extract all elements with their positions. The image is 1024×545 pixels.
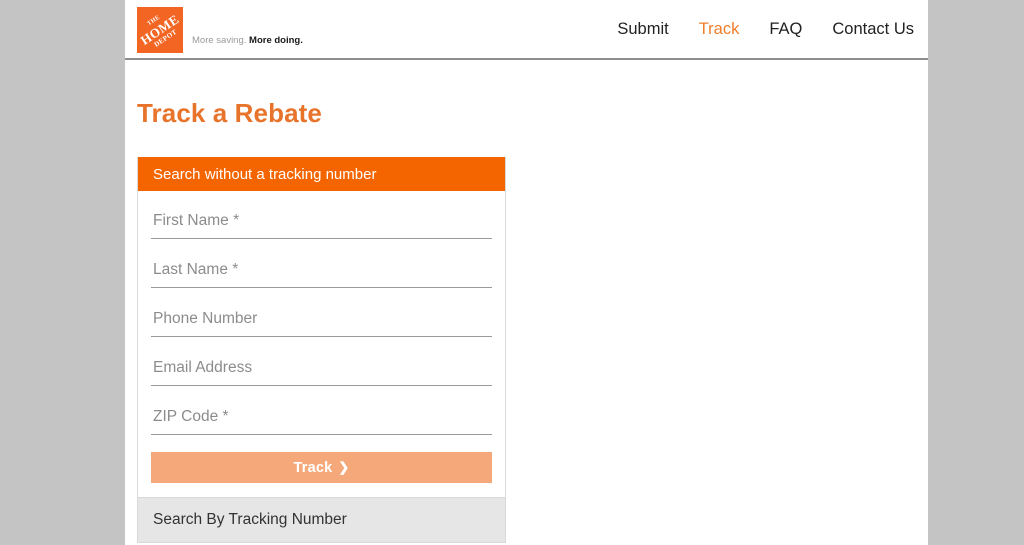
zip-code-field-row [151,403,492,436]
track-submit-button[interactable]: Track ❯ [151,452,492,483]
page-body: Track a Rebate Search without a tracking… [125,60,928,543]
nav-item-submit[interactable]: Submit [617,20,668,39]
last-name-field-row [151,256,492,289]
phone-number-field-row [151,305,492,338]
brand-tagline: More saving. More doing. [192,34,303,54]
email-address-input[interactable] [151,354,492,386]
panel-header-search-by-tracking-number[interactable]: Search By Tracking Number [138,497,505,542]
email-address-field-row [151,354,492,387]
phone-number-input[interactable] [151,305,492,337]
home-depot-logo-icon[interactable]: THE HOME DEPOT [137,7,183,53]
nav-item-faq[interactable]: FAQ [769,20,802,39]
page-title: Track a Rebate [137,98,322,128]
main-navigation: Submit Track FAQ Contact Us [617,20,914,41]
panel-body: Track ❯ [138,191,505,497]
brand-lockup[interactable]: THE HOME DEPOT More saving. More doing. [137,7,303,53]
content-column: THE HOME DEPOT More saving. More doing. … [125,0,928,545]
last-name-input[interactable] [151,256,492,288]
site-header: THE HOME DEPOT More saving. More doing. … [125,0,928,60]
first-name-input[interactable] [151,207,492,239]
page-canvas: THE HOME DEPOT More saving. More doing. … [0,0,1024,545]
nav-item-contact-us[interactable]: Contact Us [832,20,914,39]
search-without-tracking-number-panel: Search without a tracking number First N… [137,157,506,543]
header-divider [125,58,928,60]
track-button-label: Track [293,459,333,476]
first-name-field-row [151,207,492,240]
nav-item-track[interactable]: Track [699,20,740,39]
zip-code-input[interactable] [151,403,492,435]
tagline-bold-text: More doing. [249,34,303,46]
tagline-light-text: More saving. [192,34,247,46]
panel-header-search-without-tracking-number[interactable]: Search without a tracking number [138,157,505,191]
chevron-right-icon: ❯ [338,459,350,475]
